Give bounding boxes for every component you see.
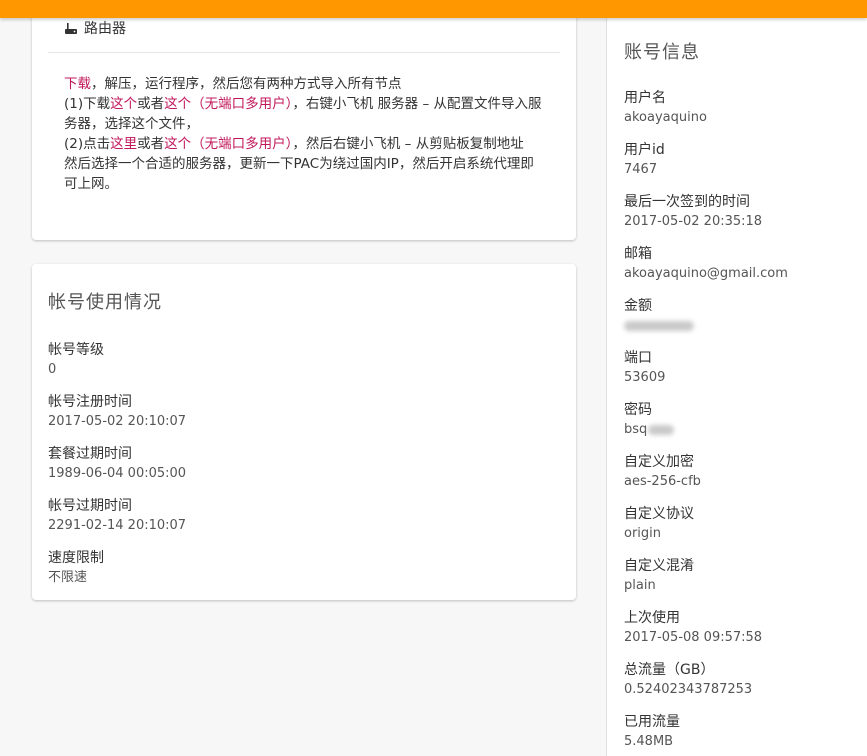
copy-nodes-link[interactable]: 这里	[110, 136, 137, 152]
field-value: 7467	[624, 162, 658, 177]
info-custom-cipher: 自定义加密 aes-256-cfb	[624, 452, 854, 492]
field-label: 总流量（GB）	[624, 662, 715, 678]
field-value: akoayaquino@gmail.com	[624, 266, 788, 281]
field-label: 套餐过期时间	[48, 446, 132, 462]
info-balance: 金额	[624, 296, 854, 336]
import-instructions: 下载，解压，运行程序，然后您有两种方式导入所有节点 (1)下载这个或者这个（无端…	[64, 74, 544, 194]
info-last-used: 上次使用 2017-05-08 09:57:58	[624, 608, 854, 648]
info-email: 邮箱 akoayaquino@gmail.com	[624, 244, 854, 284]
instruction-line-3: (2)点击这里或者这个（无端口多用户），然后右键小飞机 – 从剪贴板复制地址	[64, 136, 524, 152]
password-visible-part: bsq	[624, 422, 648, 437]
info-user-id: 用户id 7467	[624, 140, 854, 180]
field-label: 已用流量	[624, 714, 680, 730]
usage-field-register-time: 帐号注册时间 2017-05-02 20:10:07	[48, 392, 528, 432]
field-label: 帐号注册时间	[48, 394, 132, 410]
info-used-traffic: 已用流量 5.48MB	[624, 712, 854, 752]
field-label: 端口	[624, 350, 652, 366]
field-label: 上次使用	[624, 610, 680, 626]
router-tab[interactable]: 路由器	[64, 16, 126, 40]
field-label: 帐号等级	[48, 342, 104, 358]
field-value: 1989-06-04 00:05:00	[48, 466, 187, 481]
field-label: 自定义协议	[624, 506, 694, 522]
field-value: 不限速	[48, 570, 88, 585]
instruction-line-2: (1)下载这个或者这个（无端口多用户），右键小飞机 服务器 – 从配置文件导入服…	[64, 96, 542, 132]
usage-card-title: 帐号使用情况	[48, 292, 162, 313]
field-label: 自定义混淆	[624, 558, 694, 574]
router-label: 路由器	[84, 21, 126, 37]
account-info-title: 账号信息	[624, 42, 700, 63]
instruction-line-1: 下载，解压，运行程序，然后您有两种方式导入所有节点	[64, 76, 402, 92]
usage-field-speed-limit: 速度限制 不限速	[48, 548, 528, 588]
info-port: 端口 53609	[624, 348, 854, 388]
info-username: 用户名 akoayaquino	[624, 88, 854, 128]
field-value: 2017-05-08 09:57:58	[624, 630, 763, 645]
field-label: 帐号过期时间	[48, 498, 132, 514]
download-link[interactable]: 下载	[64, 76, 91, 92]
redacted-password	[648, 424, 675, 435]
field-value: 53609	[624, 370, 666, 385]
field-value: aes-256-cfb	[624, 474, 701, 489]
router-icon	[65, 23, 77, 34]
usage-field-account-expire: 帐号过期时间 2291-02-14 20:10:07	[48, 496, 528, 536]
field-label: 金额	[624, 298, 652, 314]
usage-field-level: 帐号等级 0	[48, 340, 528, 380]
field-label: 速度限制	[48, 550, 104, 566]
field-value: bsq	[624, 420, 854, 440]
field-label: 自定义加密	[624, 454, 694, 470]
field-value: 2017-05-02 20:10:07	[48, 414, 187, 429]
field-value: 0	[48, 362, 57, 377]
field-label: 密码	[624, 402, 652, 418]
copy-nodes-multiuser-link[interactable]: 这个（无端口多用户）	[164, 136, 292, 152]
field-label: 用户名	[624, 90, 666, 106]
field-value	[624, 316, 854, 336]
top-app-bar	[0, 0, 867, 18]
config-file-multiuser-link[interactable]: 这个（无端口多用户）	[164, 96, 292, 112]
info-custom-protocol: 自定义协议 origin	[624, 504, 854, 544]
field-label: 最后一次签到的时间	[624, 194, 750, 210]
instruction-line-4: 然后选择一个合适的服务器，更新一下PAC为绕过国内IP，然后开启系统代理即可上网…	[64, 156, 534, 192]
field-label: 邮箱	[624, 246, 652, 262]
info-last-checkin: 最后一次签到的时间 2017-05-02 20:35:18	[624, 192, 854, 232]
field-value: 2291-02-14 20:10:07	[48, 518, 187, 533]
field-label: 用户id	[624, 142, 665, 158]
info-total-traffic: 总流量（GB） 0.52402343787253	[624, 660, 854, 700]
redacted-balance	[624, 320, 694, 331]
divider	[48, 52, 560, 53]
info-custom-obfs: 自定义混淆 plain	[624, 556, 854, 596]
config-file-link[interactable]: 这个	[110, 96, 137, 112]
field-value: 5.48MB	[624, 734, 674, 749]
field-value: 2017-05-02 20:35:18	[624, 214, 763, 229]
usage-field-plan-expire: 套餐过期时间 1989-06-04 00:05:00	[48, 444, 528, 484]
field-value: akoayaquino	[624, 110, 707, 125]
field-value: plain	[624, 578, 656, 593]
field-value: origin	[624, 526, 662, 541]
info-password: 密码 bsq	[624, 400, 854, 440]
field-value: 0.52402343787253	[624, 682, 753, 697]
